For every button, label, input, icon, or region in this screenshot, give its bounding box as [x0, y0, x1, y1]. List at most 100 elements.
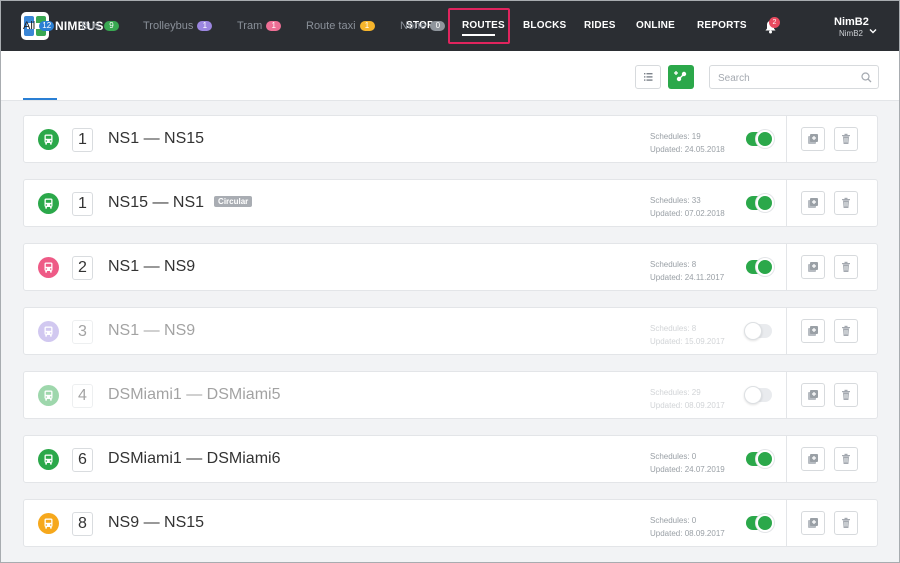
delete-route-button[interactable]	[834, 511, 858, 535]
filter-tab-none[interactable]: None 0	[400, 20, 446, 32]
delete-route-button[interactable]	[834, 447, 858, 471]
updated-date: Updated: 24.07.2019	[650, 465, 725, 474]
route-name[interactable]: NS1 — NS9	[108, 322, 195, 340]
route-enabled-toggle[interactable]	[744, 322, 772, 340]
route-enabled-toggle[interactable]	[744, 386, 772, 404]
delete-route-button[interactable]	[834, 191, 858, 215]
trash-icon	[842, 133, 850, 144]
route-enabled-toggle[interactable]	[746, 130, 774, 148]
trash-icon	[842, 453, 850, 464]
duplicate-route-button[interactable]	[801, 511, 825, 535]
filter-tab-tram[interactable]: Tram 1	[237, 20, 282, 32]
route-meta: Schedules: 0 Updated: 24.07.2019	[650, 450, 725, 476]
nav-rides[interactable]: RIDES	[584, 20, 616, 31]
filter-tab-bus[interactable]: Bus 9	[81, 20, 119, 32]
filter-count-badge: 0	[430, 21, 446, 31]
toggle-knob	[756, 194, 774, 212]
route-row-3[interactable]: 2 NS1 — NS9 Schedules: 8 Updated: 24.11.…	[23, 243, 878, 291]
filter-label: Tram	[237, 20, 263, 32]
route-row-4[interactable]: 3 NS1 — NS9 Schedules: 8 Updated: 15.09.…	[23, 307, 878, 355]
toggle-knob	[756, 514, 774, 532]
tram-icon	[38, 257, 59, 278]
route-row-1[interactable]: 1 NS1 — NS15 Schedules: 19 Updated: 24.0…	[23, 115, 878, 163]
card-divider	[786, 244, 787, 290]
updated-date: Updated: 08.09.2017	[650, 529, 725, 538]
filter-tab-all[interactable]: All 12	[23, 20, 55, 32]
updated-date: Updated: 24.05.2018	[650, 145, 725, 154]
route-name-text: NS1 — NS9	[108, 322, 196, 339]
delete-route-button[interactable]	[834, 383, 858, 407]
copy-add-icon	[808, 390, 818, 400]
updated-date: Updated: 24.11.2017	[650, 273, 725, 282]
search-box	[709, 65, 879, 89]
route-row-2[interactable]: 1 NS15 — NS1 Circular Schedules: 33 Updat…	[23, 179, 878, 227]
filter-count-badge: 1	[266, 21, 282, 31]
route-enabled-toggle[interactable]	[746, 194, 774, 212]
delete-route-button[interactable]	[834, 127, 858, 151]
duplicate-route-button[interactable]	[801, 383, 825, 407]
route-row-6[interactable]: 6 DSMiami1 — DSMiami6 Schedules: 0 Updat…	[23, 435, 878, 483]
route-name[interactable]: NS15 — NS1 Circular	[108, 194, 253, 212]
list-view-button[interactable]	[635, 65, 661, 89]
notification-count-badge: 2	[769, 17, 780, 28]
route-enabled-toggle[interactable]	[746, 514, 774, 532]
schedules-count: Schedules: 8	[650, 324, 697, 333]
delete-route-button[interactable]	[834, 319, 858, 343]
route-taxi-icon	[38, 513, 59, 534]
card-divider	[786, 372, 787, 418]
updated-date: Updated: 15.09.2017	[650, 337, 725, 346]
bus-icon	[38, 385, 59, 406]
trash-icon	[842, 517, 850, 528]
delete-route-button[interactable]	[834, 255, 858, 279]
trash-icon	[842, 261, 850, 272]
schedules-count: Schedules: 29	[650, 388, 701, 397]
route-meta: Schedules: 33 Updated: 07.02.2018	[650, 194, 725, 220]
route-enabled-toggle[interactable]	[746, 258, 774, 276]
search-icon[interactable]	[861, 72, 872, 83]
duplicate-route-button[interactable]	[801, 447, 825, 471]
nav-online[interactable]: ONLINE	[636, 20, 675, 31]
copy-add-icon	[808, 262, 818, 272]
filter-tab-trolleybus[interactable]: Trolleybus 1	[143, 20, 213, 32]
route-number: 1	[72, 128, 93, 152]
user-name[interactable]: NimB2	[834, 16, 869, 28]
route-row-5[interactable]: 4 DSMiami1 — DSMiami5 Schedules: 29 Upda…	[23, 371, 878, 419]
updated-date: Updated: 07.02.2018	[650, 209, 725, 218]
filter-label: None	[400, 20, 427, 32]
duplicate-route-button[interactable]	[801, 191, 825, 215]
add-route-icon	[674, 71, 687, 82]
route-name[interactable]: DSMiami1 — DSMiami6	[108, 450, 280, 468]
duplicate-route-button[interactable]	[801, 127, 825, 151]
card-divider	[786, 180, 787, 226]
copy-add-icon	[808, 198, 818, 208]
chevron-down-icon[interactable]	[869, 22, 877, 34]
route-meta: Schedules: 29 Updated: 08.09.2017	[650, 386, 725, 412]
route-enabled-toggle[interactable]	[746, 450, 774, 468]
duplicate-route-button[interactable]	[801, 319, 825, 343]
filter-tab-route-taxi[interactable]: Route taxi 1	[306, 20, 375, 32]
bus-icon	[38, 129, 59, 150]
route-number: 8	[72, 512, 93, 536]
copy-add-icon	[808, 326, 818, 336]
schedules-count: Schedules: 0	[650, 516, 697, 525]
updated-date: Updated: 08.09.2017	[650, 401, 725, 410]
nav-reports[interactable]: REPORTS	[697, 20, 747, 31]
route-name-text: NS9 — NS15	[108, 514, 205, 531]
nav-active-highlight	[448, 8, 510, 44]
card-divider	[786, 308, 787, 354]
nav-blocks[interactable]: BLOCKS	[523, 20, 566, 31]
add-route-button[interactable]	[668, 65, 694, 89]
route-name[interactable]: NS1 — NS15	[108, 130, 204, 148]
route-name[interactable]: DSMiami1 — DSMiami5	[108, 386, 280, 404]
toggle-knob	[756, 258, 774, 276]
search-input[interactable]	[718, 70, 858, 86]
route-name[interactable]: NS1 — NS9	[108, 258, 195, 276]
filter-count-badge: 1	[359, 21, 375, 31]
route-name[interactable]: NS9 — NS15	[108, 514, 204, 532]
filter-count-badge: 9	[103, 21, 119, 31]
route-name-text: DSMiami1 — DSMiami6	[108, 450, 281, 467]
duplicate-route-button[interactable]	[801, 255, 825, 279]
route-number: 6	[72, 448, 93, 472]
route-row-7[interactable]: 8 NS9 — NS15 Schedules: 0 Updated: 08.09…	[23, 499, 878, 547]
bus-icon	[38, 449, 59, 470]
